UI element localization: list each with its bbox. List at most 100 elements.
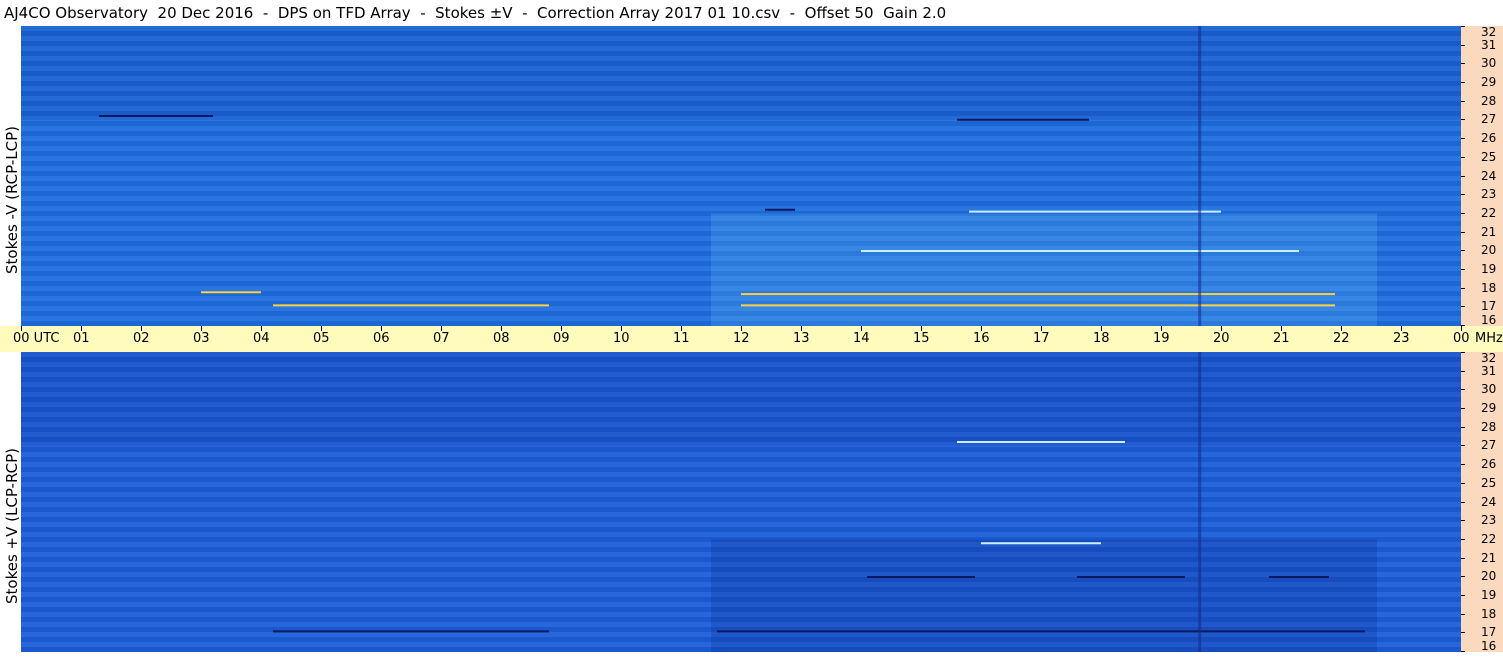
spectral-feature [741, 304, 1335, 307]
spectral-feature [957, 118, 1089, 121]
freq-tick [1461, 213, 1465, 214]
interference-line [1198, 26, 1202, 326]
time-tick-label: 17 [1033, 331, 1050, 346]
background-band [21, 156, 1461, 161]
freq-tick-label: 17 [1481, 625, 1497, 639]
time-tick-label: 01 [73, 331, 90, 346]
freq-tick [1461, 614, 1465, 615]
freq-tick-label: 31 [1481, 364, 1497, 378]
time-tick-label: 11 [673, 331, 690, 346]
freq-tick [1461, 445, 1465, 446]
freq-tick-label: 20 [1481, 569, 1497, 583]
bottom-spectrogram-plot [21, 352, 1461, 652]
background-band [21, 532, 1461, 537]
background-band [21, 467, 1461, 472]
freq-tick [1461, 427, 1465, 428]
spectral-feature [1269, 576, 1329, 578]
background-band [21, 151, 1461, 156]
freq-tick [1461, 539, 1465, 540]
background-band [21, 121, 1461, 126]
freq-tick-label: 20 [1481, 243, 1497, 257]
time-tick-label: 03 [193, 331, 210, 346]
freq-tick-label: 19 [1481, 262, 1497, 276]
freq-tick [1461, 502, 1465, 503]
background-band [21, 186, 1461, 191]
spectral-feature [765, 208, 795, 211]
freq-tick [1461, 101, 1465, 102]
freq-tick-label: 25 [1481, 476, 1497, 490]
freq-tick-label: 24 [1481, 495, 1497, 509]
freq-tick-label: 30 [1481, 382, 1497, 396]
bottom-frequency-axis: 32 31 30 29 28 27 26 25 24 23 22 21 20 19 18 17 16 [1461, 352, 1503, 652]
freq-tick-label: 18 [1481, 607, 1497, 621]
freq-tick [1461, 483, 1465, 484]
time-tick-label: 09 [553, 331, 570, 346]
freq-tick-label: 26 [1481, 457, 1497, 471]
spectral-feature [717, 630, 1365, 633]
background-band [21, 482, 1461, 487]
background-band [21, 191, 1461, 196]
freq-tick [1461, 408, 1465, 409]
mhz-unit-label: MHz [1475, 331, 1503, 346]
spectral-feature [273, 630, 549, 633]
freq-tick-label: 18 [1481, 281, 1497, 295]
freq-tick-label: 28 [1481, 94, 1497, 108]
background-band [21, 352, 1461, 446]
background-band [21, 201, 1461, 206]
background-band [21, 176, 1461, 181]
background-band [21, 161, 1461, 166]
freq-tick [1461, 269, 1465, 270]
time-tick-label: 04 [253, 331, 270, 346]
time-tick-label: 10 [613, 331, 630, 346]
background-band [21, 477, 1461, 482]
background-band [21, 196, 1461, 201]
freq-tick-label: 24 [1481, 169, 1497, 183]
background-band [21, 517, 1461, 522]
freq-tick [1461, 63, 1465, 64]
spectral-feature [99, 115, 213, 117]
freq-tick [1461, 250, 1465, 251]
time-tick-label: 13 [793, 331, 810, 346]
spectral-feature [861, 250, 1299, 252]
background-band [711, 539, 1377, 652]
freq-tick [1461, 651, 1465, 652]
time-tick-label: 05 [313, 331, 330, 346]
time-tick-label: 16 [973, 331, 990, 346]
freq-tick [1461, 576, 1465, 577]
freq-tick-label: 19 [1481, 588, 1497, 602]
freq-tick [1461, 371, 1465, 372]
freq-tick [1461, 26, 1465, 27]
time-tick-label: 20 [1213, 331, 1230, 346]
freq-tick-label: 30 [1481, 56, 1497, 70]
background-band [21, 146, 1461, 151]
time-tick-label: 07 [433, 331, 450, 346]
background-band [21, 497, 1461, 502]
background-band [21, 527, 1461, 532]
background-band [21, 141, 1461, 146]
freq-tick [1461, 520, 1465, 521]
background-band [21, 26, 1461, 120]
freq-tick-label: 31 [1481, 38, 1497, 52]
time-tick-label: 00 UTC [13, 331, 60, 346]
background-band [21, 492, 1461, 497]
background-band [21, 502, 1461, 507]
freq-tick-label: 28 [1481, 420, 1497, 434]
top-panel-ylabel: Stokes -V (RCP-LCP) [3, 126, 21, 274]
freq-tick-label: 29 [1481, 75, 1497, 89]
time-tick-label: 15 [913, 331, 930, 346]
freq-tick [1461, 595, 1465, 596]
background-band [21, 472, 1461, 477]
freq-tick [1461, 632, 1465, 633]
freq-tick [1461, 389, 1465, 390]
top-spectrogram [21, 26, 1461, 326]
freq-tick-label: 21 [1481, 225, 1497, 239]
background-band [21, 487, 1461, 492]
background-band [21, 126, 1461, 131]
background-band [21, 206, 1461, 211]
background-band [711, 213, 1377, 326]
background-band [21, 462, 1461, 467]
freq-tick [1461, 232, 1465, 233]
time-tick-label: 23 [1393, 331, 1410, 346]
background-band [21, 136, 1461, 141]
bottom-spectrogram [21, 352, 1461, 652]
